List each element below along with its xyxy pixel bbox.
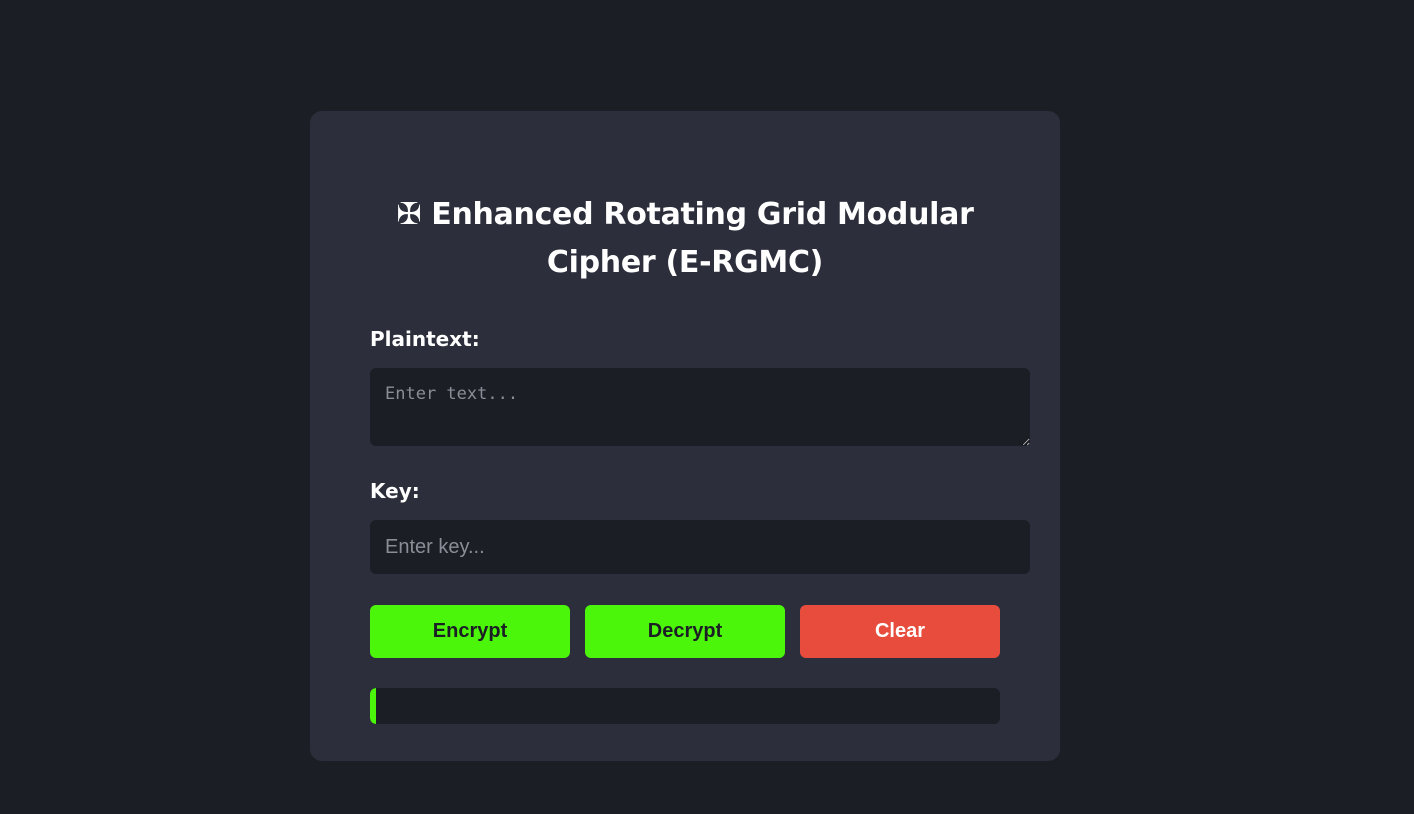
cipher-card: ✠ Enhanced Rotating Grid Modular Cipher (… — [310, 111, 1060, 761]
decrypt-button[interactable]: Decrypt — [585, 605, 785, 658]
progress-bar-fill — [370, 688, 377, 724]
action-buttons: Encrypt Decrypt Clear — [370, 605, 1000, 658]
key-input[interactable] — [370, 520, 1030, 574]
page-title: ✠ Enhanced Rotating Grid Modular Cipher (… — [370, 191, 1000, 287]
clear-button[interactable]: Clear — [800, 605, 1000, 658]
plaintext-input[interactable] — [370, 368, 1030, 446]
maltese-cross-icon: ✠ — [396, 197, 422, 232]
progress-bar — [370, 688, 1000, 724]
key-label: Key: — [370, 479, 420, 503]
encrypt-button[interactable]: Encrypt — [370, 605, 570, 658]
page-title-text: Enhanced Rotating Grid Modular Cipher (E… — [431, 197, 974, 280]
plaintext-label: Plaintext: — [370, 327, 480, 351]
